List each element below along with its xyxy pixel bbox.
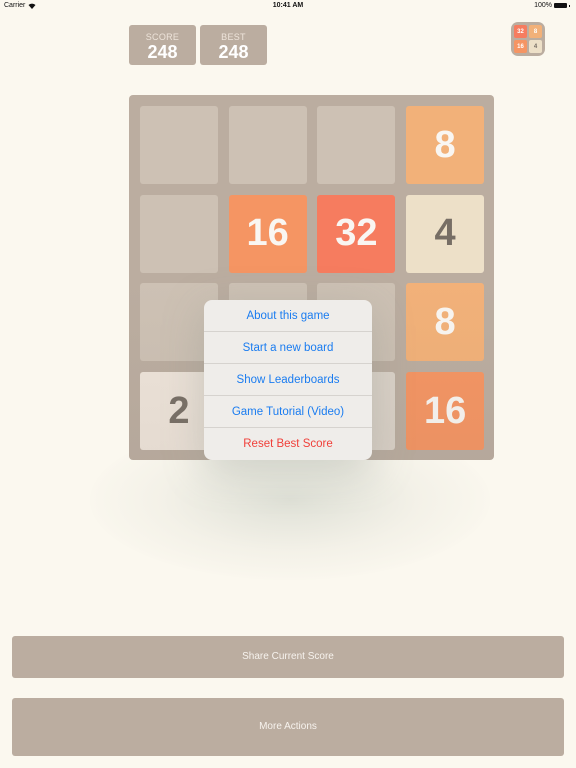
score-value: 248 — [147, 42, 178, 62]
share-score-button[interactable]: Share Current Score — [12, 636, 564, 678]
tile: 16 — [406, 372, 485, 451]
mini-tile: 32 — [514, 25, 527, 38]
empty-cell — [317, 106, 396, 184]
best-score-label: BEST — [221, 32, 246, 42]
score-label: SCORE — [145, 32, 180, 42]
tile: 4 — [406, 194, 485, 273]
battery-tip — [569, 4, 570, 7]
tile: 8 — [406, 106, 485, 184]
mini-tile: 16 — [514, 40, 527, 53]
menu-item-new-board[interactable]: Start a new board — [204, 332, 372, 364]
score-box: SCORE 248 — [129, 25, 196, 65]
app-menu-icon[interactable]: 32 8 16 4 — [511, 22, 545, 56]
game-menu-popover: About this game Start a new board Show L… — [204, 300, 372, 460]
menu-item-reset-best[interactable]: Reset Best Score — [204, 428, 372, 460]
best-score-value: 248 — [218, 42, 249, 62]
battery-icon — [554, 3, 567, 8]
mini-tile: 8 — [529, 25, 542, 38]
empty-cell — [140, 194, 218, 273]
battery-indicator: 100% — [534, 2, 570, 9]
menu-item-about[interactable]: About this game — [204, 300, 372, 332]
empty-cell — [140, 106, 218, 184]
mini-tile: 4 — [529, 40, 542, 53]
more-actions-button[interactable]: More Actions — [12, 698, 564, 756]
status-bar: Carrier 10:41 AM 100% — [0, 0, 576, 13]
tile: 8 — [406, 283, 485, 362]
best-score-box: BEST 248 — [200, 25, 267, 65]
tile: 16 — [228, 194, 307, 273]
menu-item-leaderboards[interactable]: Show Leaderboards — [204, 364, 372, 396]
battery-percent: 100% — [534, 2, 552, 9]
tile: 32 — [317, 194, 396, 273]
clock: 10:41 AM — [272, 2, 304, 9]
empty-cell — [228, 106, 307, 184]
menu-item-tutorial[interactable]: Game Tutorial (Video) — [204, 396, 372, 428]
